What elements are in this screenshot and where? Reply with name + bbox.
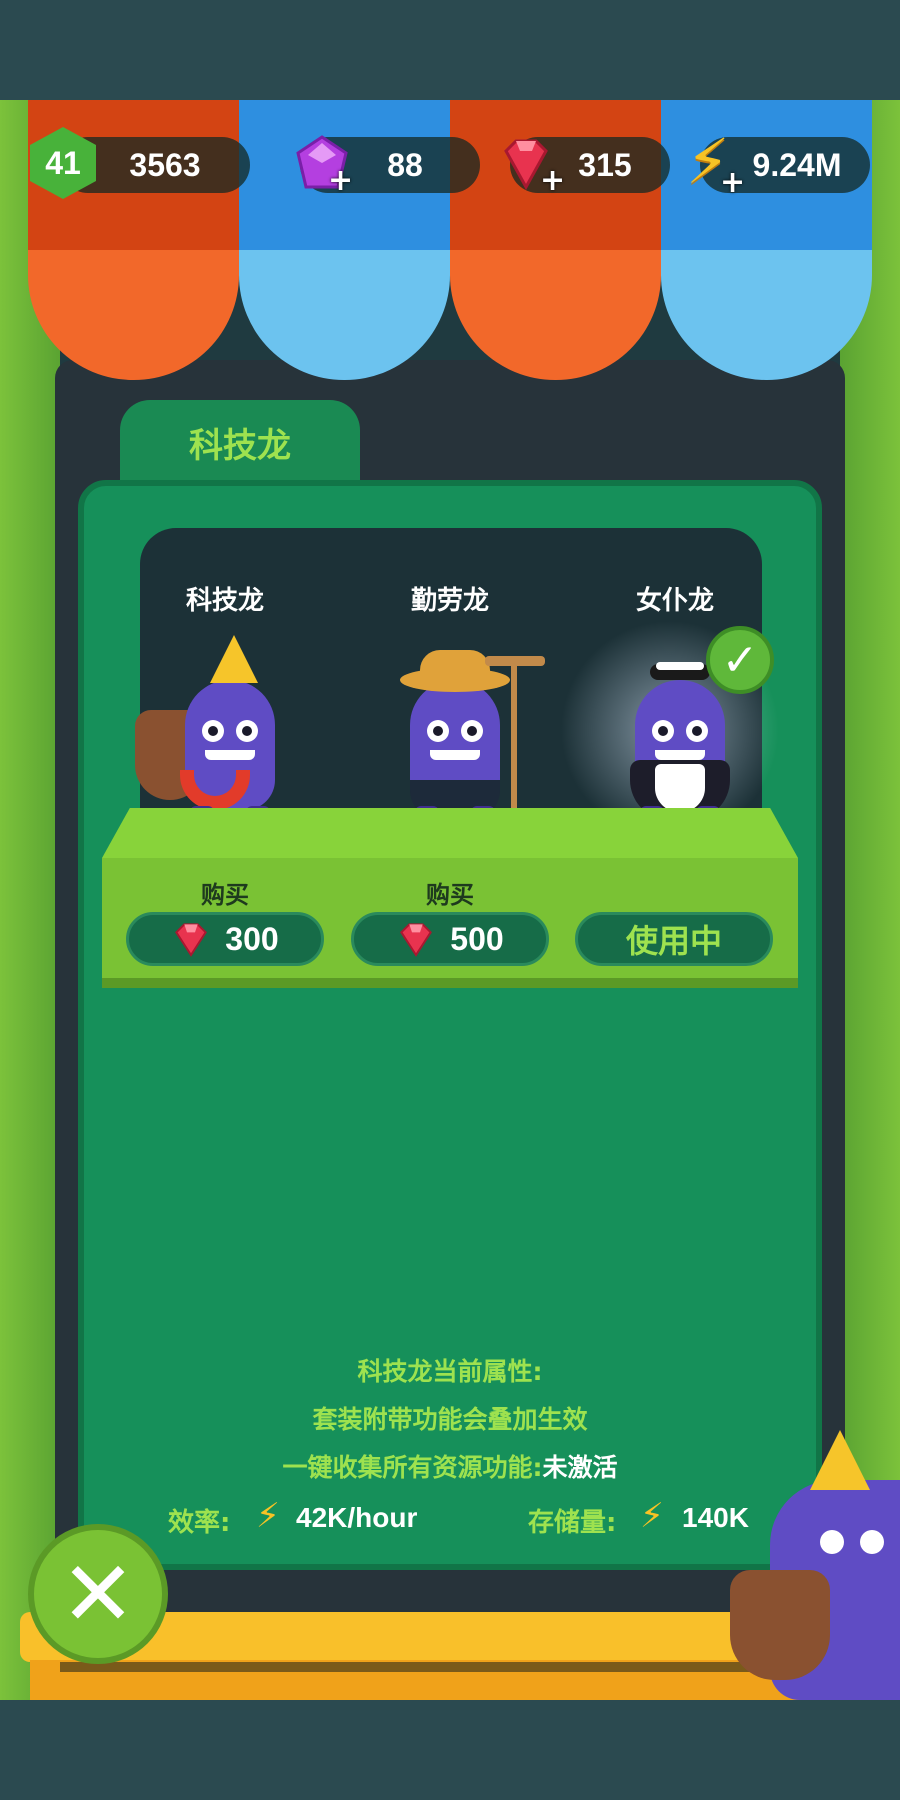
category-tab[interactable]: 科技龙 xyxy=(120,418,360,467)
energy-plus-icon[interactable]: + xyxy=(720,165,745,200)
efficiency-value: 42K/hour xyxy=(296,1502,418,1533)
red-gem-value: 315 xyxy=(578,146,632,183)
check-icon: ✓ xyxy=(706,626,774,694)
item-name-maid-dragon: 女仆龙 xyxy=(635,586,714,616)
ruby-gem-icon xyxy=(175,923,208,957)
set-bonus-note: 套装附带功能会叠加生效 xyxy=(312,1405,588,1434)
efficiency-label: 效率: xyxy=(168,1508,231,1538)
buy-button-tech-dragon[interactable]: 300 xyxy=(126,912,324,966)
close-button[interactable]: ✕ xyxy=(28,1524,168,1664)
lightning-icon: ⚡ xyxy=(256,1496,280,1536)
buy-button-hardworking-dragon[interactable]: 500 xyxy=(351,912,549,966)
counter-trim xyxy=(60,1662,840,1672)
item-name-tech-dragon: 科技龙 xyxy=(185,586,264,616)
red-gem-plus-icon[interactable]: + xyxy=(540,163,565,198)
storage-label: 存储量: xyxy=(528,1508,617,1538)
auto-collect-status: 未激活 xyxy=(542,1453,618,1482)
price-value: 300 xyxy=(225,920,279,957)
xp-value: 3563 xyxy=(129,146,201,183)
attributes-title: 科技龙当前属性: xyxy=(357,1357,543,1386)
buy-label-hardworking-dragon: 购买 xyxy=(426,881,474,909)
top-background xyxy=(0,0,900,100)
bottom-background xyxy=(0,1700,900,1800)
auto-collect-row: 一键收集所有资源功能:未激活 xyxy=(100,1448,800,1484)
price-value: 500 xyxy=(450,920,504,957)
lightning-icon: ⚡ xyxy=(640,1496,664,1536)
mascot-dragon xyxy=(730,1420,900,1700)
purple-gem-value: 88 xyxy=(387,146,423,183)
close-icon: ✕ xyxy=(60,1541,136,1647)
in-use-button-maid-dragon[interactable]: 使用中 xyxy=(575,912,773,966)
in-use-label: 使用中 xyxy=(625,922,722,960)
shelf-grass xyxy=(102,808,798,858)
item-name-hardworking-dragon: 勤劳龙 xyxy=(410,586,489,616)
ruby-gem-icon xyxy=(400,923,433,957)
purple-gem-plus-icon[interactable]: + xyxy=(328,163,353,198)
resource-hud: 3563 41 88 + 315 + 9.24M ⚡ + xyxy=(0,125,900,205)
energy-value: 9.24M xyxy=(752,146,842,183)
level-value: 41 xyxy=(45,144,81,181)
auto-collect-label: 一键收集所有资源功能: xyxy=(282,1453,543,1482)
buy-label-tech-dragon: 购买 xyxy=(201,881,249,909)
